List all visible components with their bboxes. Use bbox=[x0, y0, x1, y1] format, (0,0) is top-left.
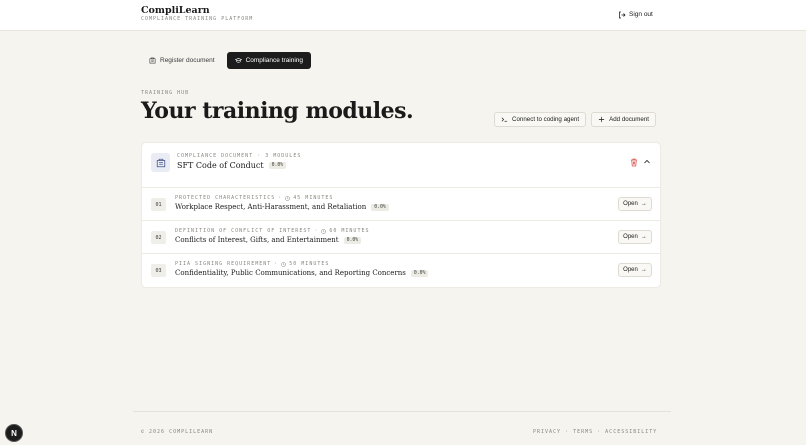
meta-separator: · bbox=[278, 195, 283, 201]
terminal-icon bbox=[501, 117, 508, 122]
module-meta: PIIA SIGNING REQUIREMENT · 50 MINUTES bbox=[175, 261, 329, 267]
top-bar: CompliLearn COMPLIANCE TRAINING PLATFORM… bbox=[0, 0, 806, 31]
module-duration: 45 MINUTES bbox=[293, 195, 334, 201]
plus-icon bbox=[598, 116, 605, 123]
module-title-row: Workplace Respect, Anti-Harassment, and … bbox=[175, 203, 389, 211]
module-number: 01 bbox=[151, 198, 166, 211]
progress-badge: 0.0% bbox=[343, 236, 362, 244]
footer-separator: · bbox=[597, 429, 602, 435]
building-icon bbox=[149, 57, 156, 64]
section-tabs: Register document Compliance training bbox=[141, 52, 312, 69]
meta-separator: · bbox=[314, 228, 319, 234]
tab-label: Compliance training bbox=[245, 57, 304, 64]
connect-coding-agent-button[interactable]: Connect to coding agent bbox=[494, 112, 587, 127]
document-module-count: 3 MODULES bbox=[265, 153, 302, 159]
arrow-right-icon: → bbox=[640, 267, 647, 273]
accessibility-link[interactable]: ACCESSIBILITY bbox=[605, 429, 657, 435]
brand-name: CompliLearn bbox=[141, 5, 210, 16]
tab-compliance-training[interactable]: Compliance training bbox=[226, 52, 312, 69]
page-title: Your training modules. bbox=[141, 98, 414, 124]
tab-label: Register document bbox=[160, 57, 215, 64]
module-meta: PROTECTED CHARACTERISTICS · 45 MINUTES bbox=[175, 195, 333, 201]
document-card: COMPLIANCE DOCUMENT · 3 MODULES SFT Code… bbox=[141, 142, 661, 288]
module-number: 03 bbox=[151, 264, 166, 277]
open-label: Open bbox=[623, 201, 638, 207]
dev-tools-badge[interactable]: N bbox=[5, 424, 23, 442]
document-title: SFT Code of Conduct bbox=[177, 161, 264, 170]
arrow-right-icon: → bbox=[640, 201, 647, 207]
module-meta: DEFINITION OF CONFLICT OF INTEREST · 60 … bbox=[175, 228, 369, 234]
clock-icon bbox=[281, 261, 287, 267]
copyright: © 2026 COMPLILEARN bbox=[141, 429, 214, 435]
tab-register-document[interactable]: Register document bbox=[141, 52, 223, 69]
module-duration: 60 MINUTES bbox=[329, 228, 370, 234]
document-header: COMPLIANCE DOCUMENT · 3 MODULES SFT Code… bbox=[142, 143, 660, 188]
meta-separator: · bbox=[257, 153, 262, 159]
module-row: 02 DEFINITION OF CONFLICT OF INTEREST · … bbox=[142, 221, 660, 254]
add-document-button[interactable]: Add document bbox=[591, 112, 656, 127]
document-icon-badge bbox=[151, 153, 170, 172]
connect-label: Connect to coding agent bbox=[512, 116, 580, 123]
module-tag: DEFINITION OF CONFLICT OF INTEREST bbox=[175, 228, 312, 234]
add-document-label: Add document bbox=[609, 116, 649, 123]
chevron-up-icon[interactable] bbox=[643, 158, 651, 166]
brand-tagline: COMPLIANCE TRAINING PLATFORM bbox=[141, 16, 254, 22]
privacy-link[interactable]: PRIVACY bbox=[533, 429, 561, 435]
module-row: 01 PROTECTED CHARACTERISTICS · 45 MINUTE… bbox=[142, 188, 660, 221]
open-module-button[interactable]: Open → bbox=[618, 197, 652, 211]
sign-out-label: Sign out bbox=[629, 11, 653, 18]
action-buttons: Connect to coding agent Add document bbox=[494, 112, 656, 127]
document-type: COMPLIANCE DOCUMENT bbox=[177, 153, 254, 159]
open-module-button[interactable]: Open → bbox=[618, 230, 652, 244]
meta-separator: · bbox=[274, 261, 279, 267]
module-title-row: Confidentiality, Public Communications, … bbox=[175, 269, 429, 277]
module-row: 03 PIIA SIGNING REQUIREMENT · 50 MINUTES… bbox=[142, 254, 660, 287]
module-number: 02 bbox=[151, 231, 166, 244]
trash-icon[interactable] bbox=[630, 158, 638, 167]
section-eyebrow: TRAINING HUB bbox=[141, 90, 190, 96]
module-tag: PROTECTED CHARACTERISTICS bbox=[175, 195, 276, 201]
open-label: Open bbox=[623, 234, 638, 240]
module-title: Confidentiality, Public Communications, … bbox=[175, 269, 406, 277]
sign-out-button[interactable]: Sign out bbox=[618, 8, 653, 21]
terms-link[interactable]: TERMS bbox=[573, 429, 593, 435]
clock-icon bbox=[285, 195, 291, 201]
module-title-row: Conflicts of Interest, Gifts, and Entert… bbox=[175, 236, 362, 244]
open-module-button[interactable]: Open → bbox=[618, 263, 652, 277]
module-title: Conflicts of Interest, Gifts, and Entert… bbox=[175, 236, 339, 244]
progress-badge: 0.0% bbox=[410, 269, 429, 277]
open-label: Open bbox=[623, 267, 638, 273]
building-icon bbox=[156, 158, 165, 167]
footer-divider bbox=[133, 411, 671, 412]
document-title-row: SFT Code of Conduct 0.0% bbox=[177, 161, 287, 170]
document-meta: COMPLIANCE DOCUMENT · 3 MODULES bbox=[177, 153, 301, 159]
footer-links: PRIVACY · TERMS · ACCESSIBILITY bbox=[533, 429, 657, 435]
clock-icon bbox=[321, 228, 327, 234]
sign-out-icon bbox=[619, 11, 626, 18]
footer-separator: · bbox=[565, 429, 570, 435]
graduation-cap-icon bbox=[234, 57, 242, 63]
module-title: Workplace Respect, Anti-Harassment, and … bbox=[175, 203, 367, 211]
progress-badge: 0.0% bbox=[268, 162, 287, 169]
module-duration: 50 MINUTES bbox=[289, 261, 330, 267]
module-tag: PIIA SIGNING REQUIREMENT bbox=[175, 261, 272, 267]
arrow-right-icon: → bbox=[640, 234, 647, 240]
progress-badge: 0.0% bbox=[371, 203, 389, 211]
